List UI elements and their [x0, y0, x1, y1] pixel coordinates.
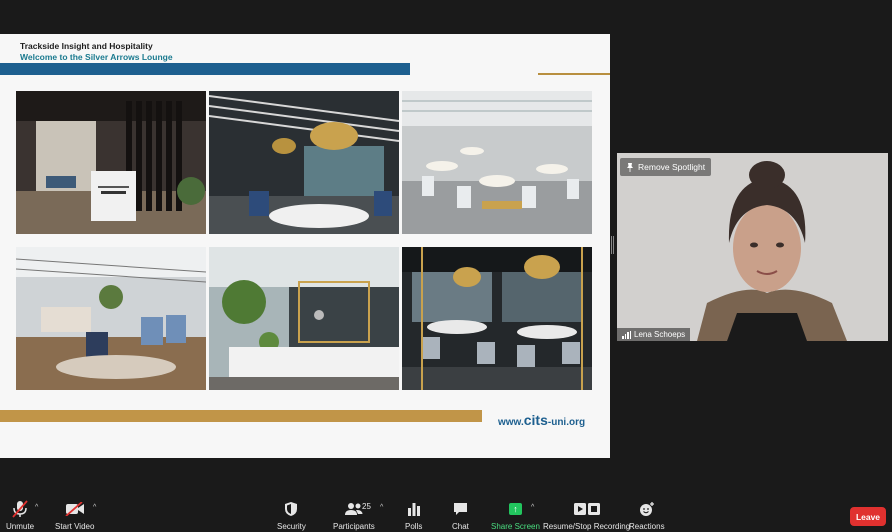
slide-gold-line [538, 73, 610, 75]
participant-name-tag: Lena Schoeps [617, 328, 691, 341]
lounge-photo-entrance [16, 91, 206, 234]
website-suffix: -uni.org [547, 417, 586, 428]
participant-name: Lena Schoeps [634, 330, 686, 339]
share-screen-label: Share Screen [491, 522, 540, 531]
slide-subtitle: Welcome to the Silver Arrows Lounge [20, 52, 173, 62]
recording-label: Resume/Stop Recording [543, 522, 631, 531]
video-off-icon [65, 500, 85, 518]
website-brand: cits [523, 412, 548, 428]
security-label: Security [277, 522, 306, 531]
reactions-button[interactable]: Reactions [629, 500, 665, 531]
slide-title: Trackside Insight and Hospitality [20, 41, 153, 51]
slide-blue-bar [0, 63, 410, 75]
unmute-label: Unmute [6, 522, 35, 531]
share-screen-icon: ↑ [508, 500, 522, 518]
participant-video[interactable] [617, 153, 888, 341]
lounge-photo-grid [16, 91, 592, 393]
meeting-toolbar: Unmute ^ Start Video ^ Security Particip… [0, 496, 892, 532]
lounge-photo-counter [209, 247, 399, 390]
leave-button[interactable]: Leave [850, 507, 886, 526]
lounge-photo-dining [402, 91, 592, 234]
lounge-photo-seating [16, 247, 206, 390]
remove-spotlight-label: Remove Spotlight [638, 162, 706, 172]
audio-options-chevron-icon[interactable]: ^ [35, 504, 38, 511]
participants-icon [344, 500, 363, 518]
lounge-photo-restaurant [402, 247, 592, 390]
share-options-chevron-icon[interactable]: ^ [531, 504, 534, 511]
lounge-photo-bar [209, 91, 399, 234]
shield-icon [284, 500, 298, 518]
chat-label: Chat [452, 522, 469, 531]
slide-header: Trackside Insight and Hospitality Welcom… [20, 41, 173, 63]
slide-website: www.cits-uni.org [498, 412, 585, 428]
participants-options-chevron-icon[interactable]: ^ [380, 504, 383, 511]
participants-count: 25 [362, 502, 371, 511]
remove-spotlight-button[interactable]: Remove Spotlight [620, 158, 712, 176]
website-prefix: www. [498, 417, 524, 428]
security-button[interactable]: Security [277, 500, 306, 531]
unmute-button[interactable]: Unmute [6, 500, 34, 531]
meeting-window: Trackside Insight and Hospitality Welcom… [0, 0, 892, 532]
smiley-plus-icon [639, 500, 655, 518]
recording-button[interactable]: Resume/Stop Recording [543, 500, 630, 531]
shared-screen: Trackside Insight and Hospitality Welcom… [0, 34, 610, 458]
chat-button[interactable]: Chat [452, 500, 469, 531]
panel-splitter-handle[interactable] [611, 236, 614, 254]
pin-icon [627, 162, 633, 172]
start-video-button[interactable]: Start Video [55, 500, 94, 531]
polls-label: Polls [405, 522, 423, 531]
video-options-chevron-icon[interactable]: ^ [93, 504, 96, 511]
participants-label: Participants [333, 522, 375, 531]
muted-microphone-icon [12, 500, 28, 518]
bar-chart-icon [407, 500, 421, 518]
slide-gold-bar [0, 410, 482, 422]
start-video-label: Start Video [55, 522, 95, 531]
chat-bubble-icon [453, 500, 468, 518]
pause-stop-recording-icon [573, 500, 601, 518]
reactions-label: Reactions [629, 522, 665, 531]
polls-button[interactable]: Polls [405, 500, 422, 531]
connection-signal-icon [622, 330, 631, 339]
